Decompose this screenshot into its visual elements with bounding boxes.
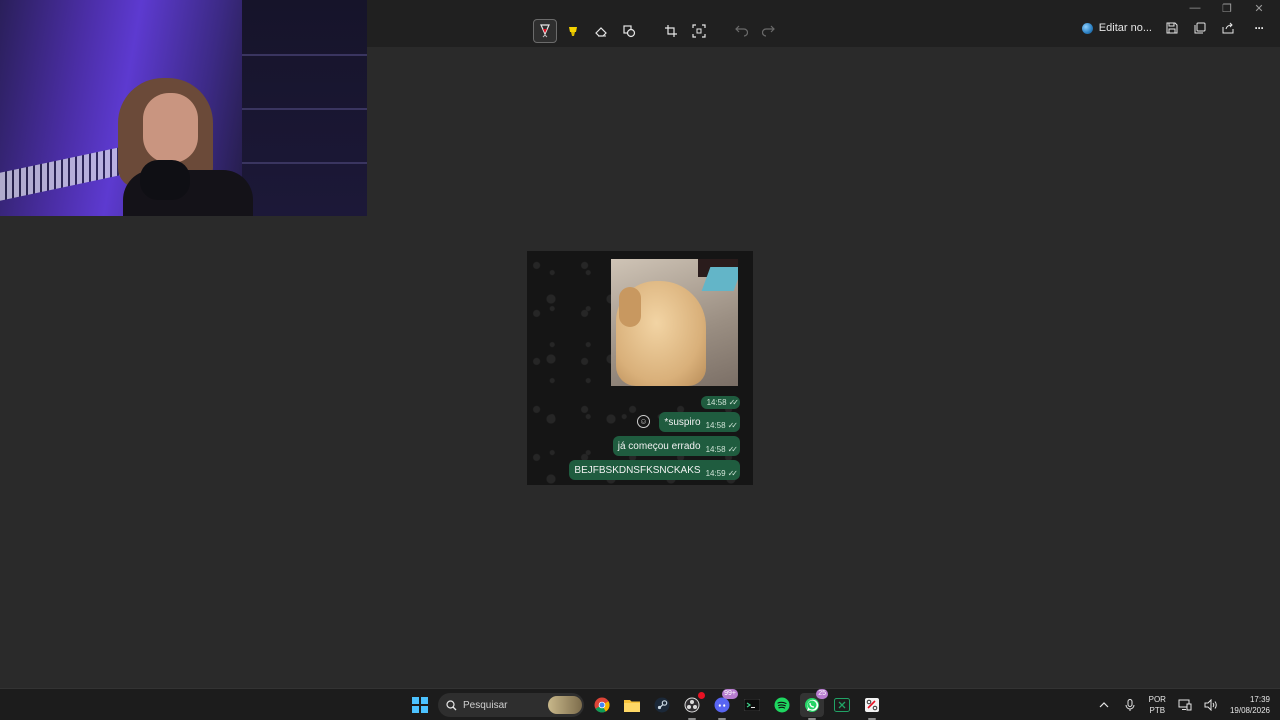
shapes-icon [623, 25, 636, 38]
pen-icon [540, 24, 550, 38]
more-icon: ··· [1254, 21, 1265, 35]
highlighter-icon [569, 27, 577, 36]
clock-time: 17:39 [1249, 695, 1270, 704]
copy-icon [1194, 22, 1206, 34]
scan-text-icon [692, 24, 706, 38]
redo-icon [762, 25, 775, 37]
excel-app[interactable] [830, 693, 854, 717]
paint-icon [1081, 22, 1093, 34]
read-ticks-icon: ✓✓ [727, 421, 739, 430]
restore-button[interactable]: ❐ [1220, 2, 1234, 15]
discord-icon [714, 697, 730, 713]
start-button[interactable] [408, 693, 432, 717]
read-ticks-icon: ✓✓ [727, 469, 739, 478]
system-tray: POR PTB 17:39 19/08/2026 [1097, 693, 1270, 717]
dog-photo [611, 259, 738, 386]
save-button[interactable] [1164, 20, 1180, 36]
microphone [140, 160, 190, 200]
chevron-up-icon [1099, 702, 1109, 708]
spotify-app[interactable] [770, 693, 794, 717]
snipping-tool-icon [865, 698, 879, 712]
shapes-tool[interactable] [617, 19, 641, 43]
share-icon [1222, 22, 1234, 34]
live-indicator-icon [698, 692, 705, 699]
snipping-tool-app[interactable] [860, 693, 884, 720]
message-bubble: *suspiro 14:58 ✓✓ [659, 412, 740, 432]
save-icon [1166, 22, 1178, 34]
obs-icon [684, 697, 700, 713]
steam-icon [654, 697, 670, 713]
discord-app[interactable]: 99+ [710, 689, 738, 720]
share-button[interactable] [1220, 20, 1236, 36]
whatsapp-badge: 25 [816, 689, 828, 699]
eraser-tool[interactable] [589, 19, 613, 43]
steam-app[interactable] [650, 693, 674, 717]
taskbar-apps: Pesquisar 99+ 25 [408, 689, 884, 720]
search-placeholder: Pesquisar [463, 699, 508, 711]
message-bubble: já começou errado 14:58 ✓✓ [612, 436, 740, 456]
highlighter-tool[interactable] [561, 19, 585, 43]
volume-button[interactable] [1204, 698, 1218, 712]
obs-app[interactable] [680, 692, 705, 720]
redo-button[interactable] [757, 19, 781, 43]
microphone-button[interactable] [1123, 698, 1137, 712]
excel-icon [834, 698, 850, 712]
markup-toolbar [533, 19, 781, 43]
crop-icon [665, 25, 677, 37]
crop-tool[interactable] [659, 19, 683, 43]
more-options-button[interactable]: ··· [1248, 20, 1270, 36]
screenshot-canvas[interactable]: 14:58 ✓✓ ☺ *suspiro 14:58 ✓✓ já começou … [527, 251, 753, 485]
search-icon [446, 699, 457, 710]
microphone-icon [1125, 699, 1135, 711]
chrome-icon [594, 697, 610, 713]
windows-icon [412, 697, 428, 713]
search-box[interactable]: Pesquisar [438, 693, 584, 717]
whatsapp-icon [805, 698, 819, 712]
keyboard-layout: PTB [1149, 706, 1166, 715]
edit-in-label: Editar no... [1098, 22, 1152, 34]
clock-date: 19/08/2026 [1229, 706, 1270, 715]
whatsapp-app[interactable]: 25 [800, 689, 828, 720]
close-button[interactable]: ✕ [1252, 2, 1266, 15]
window-controls: — ❐ ✕ [1188, 2, 1266, 15]
discord-badge: 99+ [722, 689, 738, 699]
minimize-button[interactable]: — [1188, 2, 1202, 15]
text-actions-tool[interactable] [687, 19, 711, 43]
language-code: POR [1148, 695, 1166, 704]
copy-button[interactable] [1192, 20, 1208, 36]
read-ticks-icon: ✓✓ [728, 398, 740, 407]
search-highlight-image [548, 696, 582, 714]
snipping-tool-window: — ❐ ✕ Editar no... ··· 14:58 ✓✓ ☺ *suspi… [0, 0, 1280, 688]
show-hidden-icons-button[interactable] [1097, 698, 1111, 712]
ballpoint-pen-tool[interactable] [533, 19, 557, 43]
message-bubble: BEJFBSKDNSFKSNCKAKS 14:59 ✓✓ [569, 460, 740, 480]
right-toolbar: Editar no... ··· [1081, 20, 1270, 36]
shelf [242, 0, 367, 216]
terminal-icon [744, 699, 760, 711]
emoji-reaction-icon[interactable]: ☺ [637, 415, 650, 428]
spotify-icon [774, 697, 790, 713]
taskbar: Pesquisar 99+ 25 POR PTB 17:39 19/08/202… [0, 688, 1280, 720]
file-explorer-app[interactable] [620, 693, 644, 717]
read-ticks-icon: ✓✓ [727, 445, 739, 454]
keyboard [0, 147, 120, 201]
chrome-app[interactable] [590, 693, 614, 717]
input-language-button[interactable]: POR PTB [1149, 694, 1166, 716]
undo-button[interactable] [729, 19, 753, 43]
network-icon [1178, 699, 1192, 711]
clock-button[interactable]: 17:39 19/08/2026 [1230, 694, 1270, 716]
webcam-overlay [0, 0, 367, 216]
edit-in-paint-button[interactable]: Editar no... [1081, 22, 1152, 34]
folder-icon [624, 700, 640, 712]
terminal-app[interactable] [740, 693, 764, 717]
network-button[interactable] [1178, 698, 1192, 712]
eraser-icon [595, 27, 607, 37]
speaker-icon [1204, 699, 1217, 711]
undo-icon [735, 25, 748, 37]
image-timestamp: 14:58 ✓✓ [700, 396, 740, 409]
